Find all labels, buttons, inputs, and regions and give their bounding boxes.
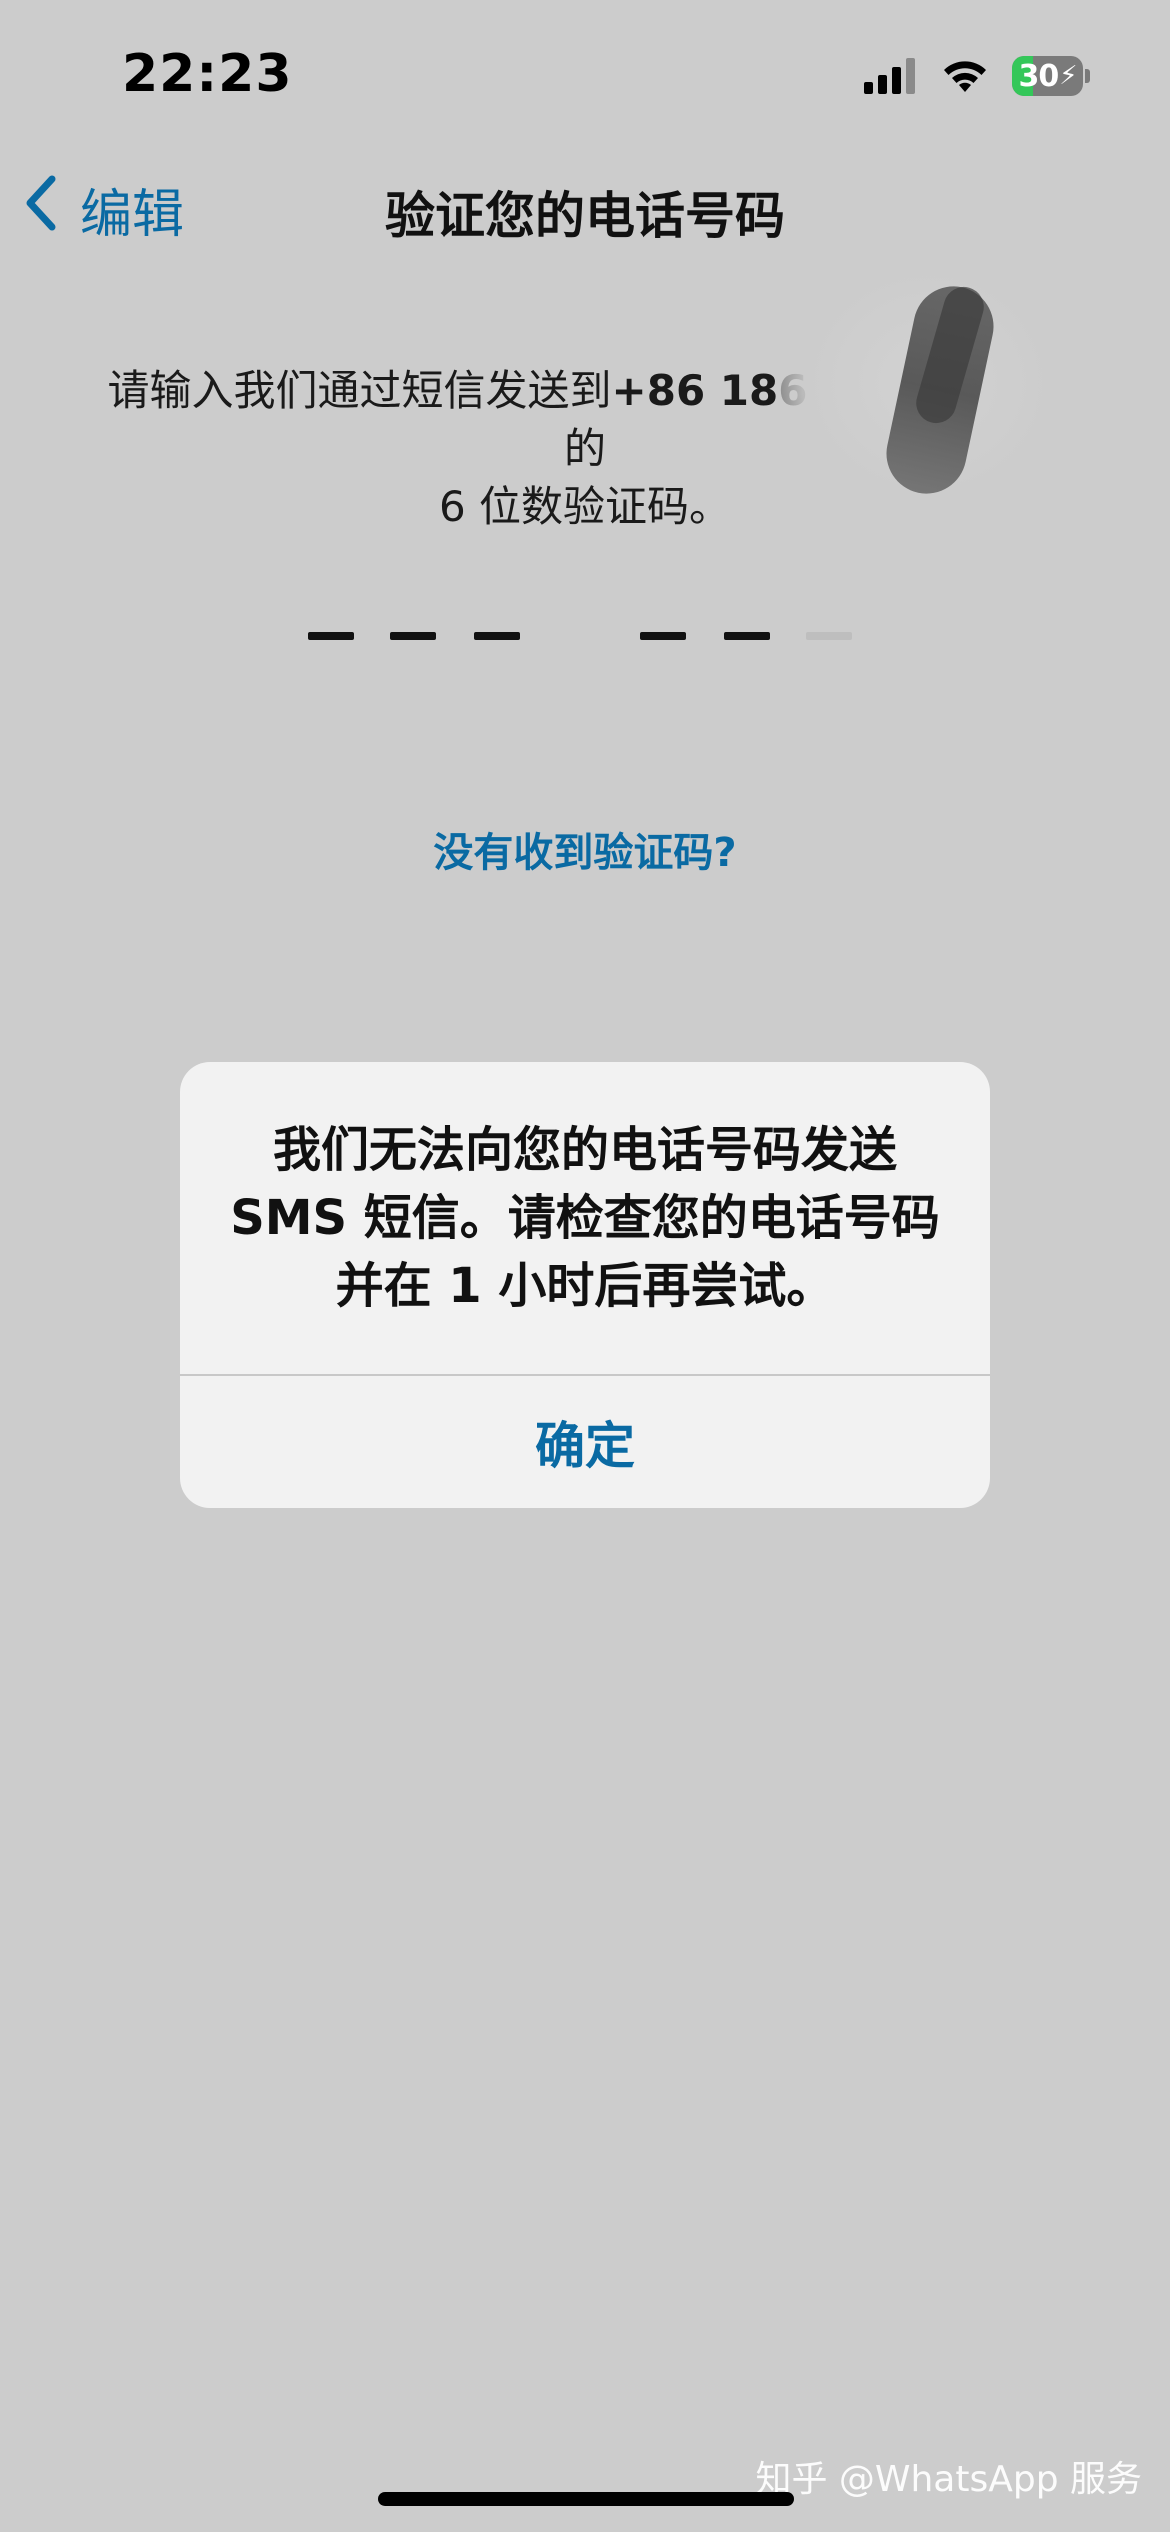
alert-dialog: 我们无法向您的电话号码发送 SMS 短信。请检查您的电话号码并在 1 小时后再尝… bbox=[180, 1062, 990, 1508]
verification-code-input[interactable] bbox=[0, 632, 1170, 644]
status-time: 22:23 bbox=[122, 44, 293, 104]
ok-button[interactable]: 确定 bbox=[180, 1376, 990, 1508]
instruction-suffix: 的 bbox=[563, 424, 606, 473]
code-digit-slot[interactable] bbox=[640, 632, 686, 640]
resend-code-link[interactable]: 没有收到验证码? bbox=[0, 820, 1170, 878]
wifi-icon bbox=[940, 58, 990, 94]
code-digit-slot[interactable] bbox=[474, 632, 520, 640]
code-digit-slot[interactable] bbox=[724, 632, 770, 640]
page-title: 验证您的电话号码 bbox=[385, 187, 785, 245]
instruction-prefix: 请输入我们通过短信发送到 bbox=[107, 366, 612, 415]
signal-icon bbox=[864, 58, 918, 94]
status-icons: 30 ⚡ bbox=[864, 56, 1090, 96]
bolt-icon: ⚡ bbox=[1059, 61, 1077, 91]
battery-charging-icon: 30 ⚡ bbox=[1012, 56, 1090, 96]
watermark: 知乎 @WhatsApp 服务 bbox=[755, 2459, 1142, 2500]
code-digit-slot[interactable] bbox=[308, 632, 354, 640]
code-digit-slot[interactable] bbox=[806, 632, 852, 640]
code-digit-slot[interactable] bbox=[390, 632, 436, 640]
status-bar: 22:23 30 ⚡ bbox=[0, 0, 1170, 150]
battery-level: 30 bbox=[1018, 58, 1060, 94]
phone-number: +86 186 bbox=[611, 366, 808, 415]
home-indicator[interactable] bbox=[378, 2492, 794, 2506]
alert-message: 我们无法向您的电话号码发送 SMS 短信。请检查您的电话号码并在 1 小时后再尝… bbox=[230, 1122, 940, 1314]
